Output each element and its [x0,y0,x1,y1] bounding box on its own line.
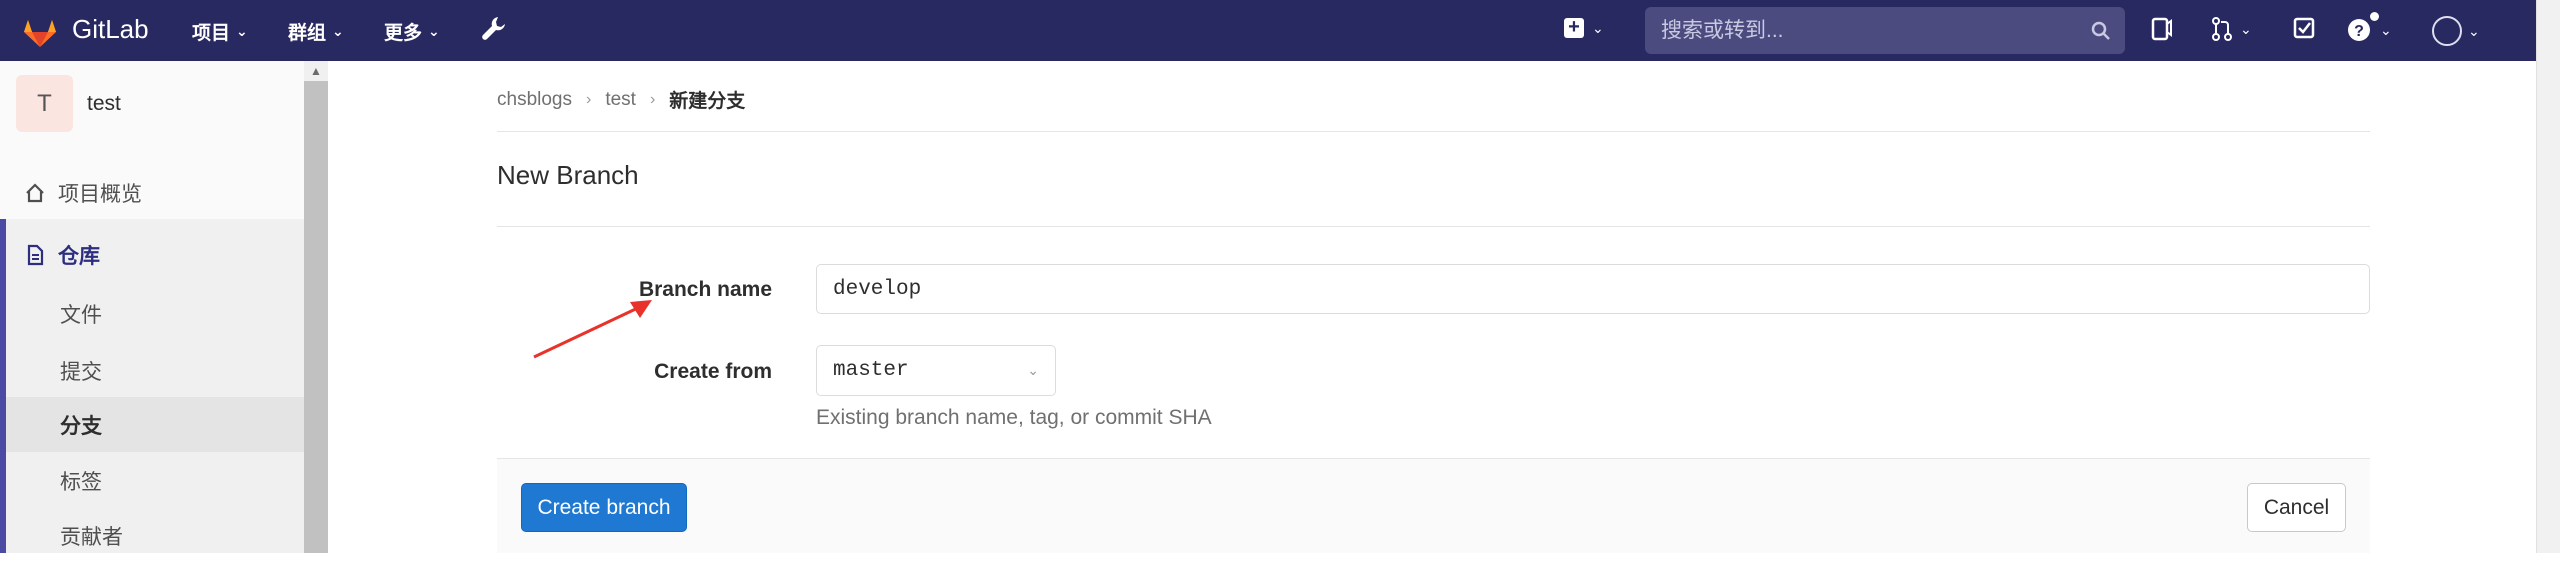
create-from-help-text: Existing branch name, tag, or commit SHA [816,406,1212,429]
issues-icon [2151,17,2172,41]
form-actions-bar [497,458,2370,553]
project-avatar: T [16,75,73,132]
breadcrumb-link-project[interactable]: test [605,89,636,111]
merge-requests-button[interactable]: ⌄ [2210,16,2252,42]
sidebar-subitem-contributors[interactable]: 贡献者 [0,508,304,563]
chevron-down-icon: ⌄ [1027,362,1039,378]
project-header[interactable]: T test [16,75,121,132]
sidebar-item-repository[interactable]: 仓库 [0,227,304,283]
create-from-label: Create from [654,360,772,383]
sidebar-subitem-label: 贡献者 [60,525,123,549]
project-sidebar: T test 项目概览 仓库 文件 提交 分支 标签 贡献者 [0,61,328,553]
help-question-icon: ? [2348,19,2370,41]
annotation-arrow-icon [533,300,652,359]
gitlab-logo-icon[interactable] [20,12,60,48]
sidebar-subitem-commits[interactable]: 提交 [0,343,304,398]
sidebar-scrollbar[interactable]: ▲ [304,61,328,553]
nav-groups-label: 群组 [288,23,327,44]
chevron-down-icon: ⌄ [2240,20,2252,37]
sidebar-subitem-tags[interactable]: 标签 [0,453,304,508]
new-dropdown-button[interactable]: + ⌄ [1564,17,1604,38]
admin-wrench-icon[interactable] [480,14,506,44]
gitlab-brand[interactable]: GitLab [72,14,149,45]
scroll-up-arrow-icon[interactable]: ▲ [304,61,328,81]
nav-groups-menu[interactable]: 群组 ⌄ [288,18,344,45]
todos-button[interactable] [2292,16,2316,40]
create-from-select[interactable]: master ⌄ [816,345,1056,396]
notification-dot [2370,12,2379,21]
search-input[interactable] [1659,17,2043,44]
issues-button[interactable] [2150,16,2174,42]
page-scrollbar[interactable] [2536,0,2560,553]
merge-request-icon [2212,17,2232,41]
plus-square-icon: + [1564,17,1584,38]
sidebar-subitem-label: 文件 [60,303,102,327]
search-box[interactable] [1645,7,2125,54]
svg-text:?: ? [2354,23,2364,40]
breadcrumb-current[interactable]: 新建分支 [669,86,745,113]
branch-name-input[interactable] [816,264,2370,314]
nav-more-label: 更多 [384,23,423,44]
chevron-down-icon: ⌄ [332,23,344,39]
breadcrumb-link-group[interactable]: chsblogs [497,89,572,111]
search-icon [2091,21,2110,40]
nav-more-menu[interactable]: 更多 ⌄ [384,18,440,45]
divider [497,226,2370,227]
home-icon [26,183,44,203]
todo-check-icon [2293,17,2315,39]
top-navbar: GitLab 项目 ⌄ 群组 ⌄ 更多 ⌄ + ⌄ 搜索或转到... ⌄ ? ⌄… [0,0,2536,61]
sidebar-subitem-label: 标签 [60,470,102,494]
create-from-value: master [833,359,909,382]
nav-projects-menu[interactable]: 项目 ⌄ [192,18,248,45]
sidebar-subitem-label: 提交 [60,360,102,384]
user-menu-button[interactable]: ⌄ [2432,16,2480,46]
create-branch-button[interactable]: Create branch [521,483,687,532]
sidebar-item-overview[interactable]: 项目概览 [0,165,304,221]
chevron-down-icon: ⌄ [2468,22,2480,39]
cancel-button[interactable]: Cancel [2247,483,2346,532]
sidebar-subitem-files[interactable]: 文件 [0,286,304,341]
nav-projects-label: 项目 [192,23,231,44]
sidebar-item-label: 项目概览 [58,183,142,206]
document-icon [27,244,44,266]
help-button[interactable]: ? ⌄ [2346,12,2392,44]
sidebar-subitem-branches[interactable]: 分支 [0,397,304,452]
chevron-down-icon: ⌄ [236,23,248,39]
project-name: test [87,91,121,115]
page-title: New Branch [497,160,639,190]
chevron-down-icon: ⌄ [428,23,440,39]
sidebar-subitem-label: 分支 [60,414,102,438]
user-avatar [2432,16,2462,46]
sidebar-item-label: 仓库 [58,245,100,268]
chevron-right-icon: › [649,90,656,108]
divider [497,131,2370,132]
chevron-right-icon: › [586,90,592,108]
chevron-down-icon: ⌄ [1592,19,1604,36]
breadcrumb: chsblogs › test › 新建分支 [497,86,745,113]
chevron-down-icon: ⌄ [2380,21,2392,38]
